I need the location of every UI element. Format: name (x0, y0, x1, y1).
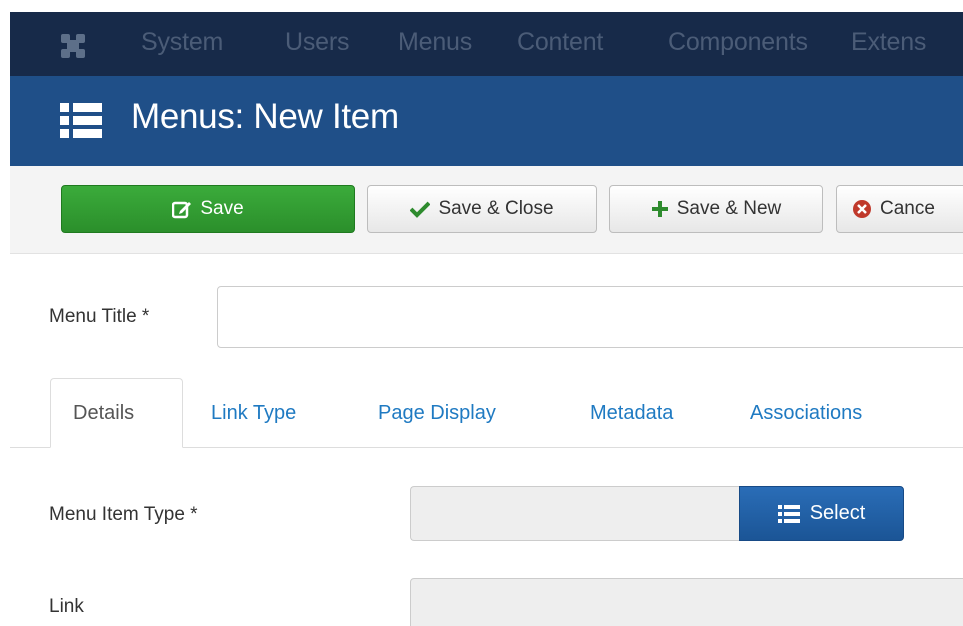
list-icon (60, 103, 102, 138)
save-close-button[interactable]: Save & Close (367, 185, 597, 233)
nav-content[interactable]: Content (517, 28, 603, 57)
joomla-logo-icon[interactable] (58, 31, 88, 61)
menu-item-type-field (410, 486, 740, 541)
nav-system[interactable]: System (141, 28, 223, 57)
nav-extensions[interactable]: Extens (851, 28, 926, 57)
cancel-label: Cance (880, 198, 935, 219)
cancel-icon (853, 200, 871, 218)
save-label: Save (200, 198, 244, 219)
cancel-button[interactable]: Cance (836, 185, 963, 233)
check-icon (410, 201, 431, 218)
select-button[interactable]: Select (739, 486, 904, 541)
save-new-button[interactable]: Save & New (609, 185, 823, 233)
left-margin (0, 0, 10, 626)
save-new-label: Save & New (676, 198, 782, 219)
list-icon (777, 504, 800, 523)
save-button[interactable]: Save (61, 185, 355, 233)
page-title: Menus: New Item (131, 97, 399, 136)
nav-users[interactable]: Users (285, 28, 349, 57)
tab-details[interactable]: Details (73, 402, 134, 425)
tab-associations[interactable]: Associations (750, 402, 862, 425)
nav-components[interactable]: Components (668, 28, 808, 57)
menu-title-input[interactable] (217, 286, 963, 348)
tab-link-type[interactable]: Link Type (211, 402, 296, 425)
save-close-label: Save & Close (438, 198, 554, 219)
link-label: Link (49, 596, 84, 617)
tab-metadata[interactable]: Metadata (590, 402, 673, 425)
plus-icon (651, 201, 668, 217)
nav-menus[interactable]: Menus (398, 28, 472, 57)
edit-icon (172, 201, 192, 219)
tab-page-display[interactable]: Page Display (378, 402, 496, 425)
select-label: Select (809, 502, 866, 524)
menu-title-label: Menu Title * (49, 306, 150, 327)
menu-item-type-label: Menu Item Type * (49, 504, 198, 525)
link-field (410, 578, 963, 626)
